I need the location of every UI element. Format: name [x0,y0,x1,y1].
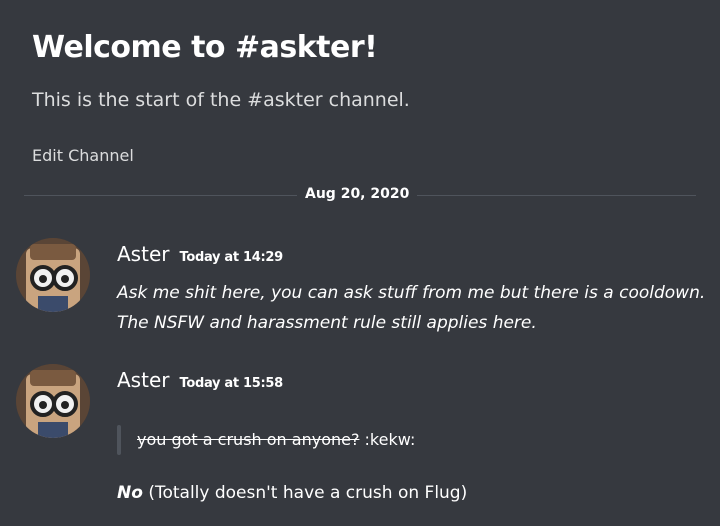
username[interactable]: Aster [117,242,169,266]
quote-strike-text: you got a crush on anyone? [137,430,360,449]
quote-emoji-text: :kekw: [359,430,416,449]
avatar[interactable] [16,238,90,312]
quote-bar [117,425,121,455]
divider-date: Aug 20, 2020 [297,186,418,202]
edit-channel-link[interactable]: Edit Channel [32,146,134,165]
avatar-icon [16,364,90,438]
message-text: Ask me shit here, you can ask stuff from… [117,283,706,333]
username[interactable]: Aster [117,368,169,392]
quote-text: you got a crush on anyone? :kekw: [137,430,415,449]
message-header: Aster Today at 15:58 [117,368,283,392]
reply-text: No (Totally doesn't have a crush on Flug… [117,483,467,503]
reply-bold: No [117,483,143,503]
message-header: Aster Today at 14:29 [117,242,283,266]
timestamp[interactable]: Today at 14:29 [179,250,283,265]
chat-view: Welcome to #askter! This is the start of… [0,0,720,526]
reply-rest: (Totally doesn't have a crush on Flug) [142,483,468,503]
avatar-icon [16,238,90,312]
avatar[interactable] [16,364,90,438]
welcome-subtitle: This is the start of the #askter channel… [32,89,410,111]
welcome-title: Welcome to #askter! [32,30,378,65]
timestamp[interactable]: Today at 15:58 [179,376,283,391]
